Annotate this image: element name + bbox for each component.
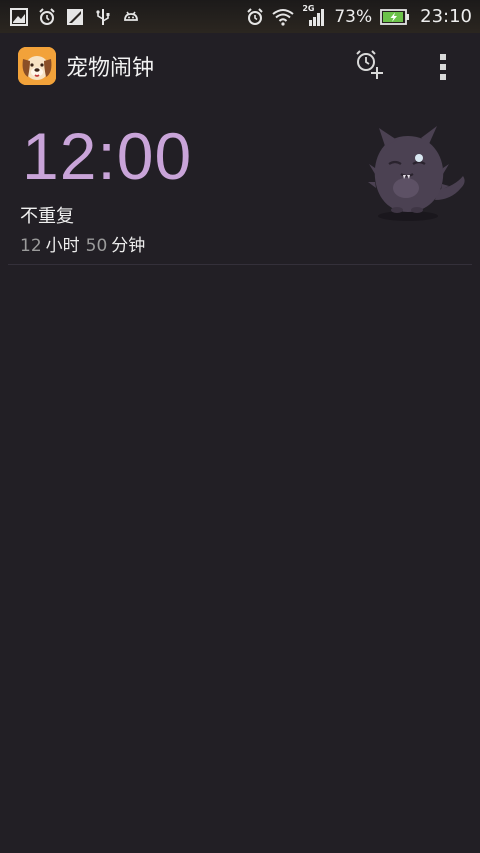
- app-title: 宠物闹钟: [66, 56, 155, 81]
- overflow-menu-icon: [440, 54, 446, 60]
- wifi-icon: [272, 8, 294, 26]
- screen: 2G 73% 23:10 宠物闹钟 12:00 不重复 12 小时 50 分钟: [0, 0, 480, 853]
- remaining-hours-unit: 小时: [45, 236, 80, 256]
- signal-notification-icon: [66, 8, 84, 26]
- battery-percent: 73%: [334, 6, 373, 27]
- overflow-menu-button[interactable]: [428, 47, 458, 87]
- battery-charging-icon: [380, 8, 410, 26]
- remaining-minutes: 50: [85, 236, 108, 256]
- status-bar: 2G 73% 23:10: [0, 0, 480, 33]
- alarm-notification-icon: [38, 7, 56, 26]
- status-bar-right: 2G 73% 23:10: [238, 4, 472, 27]
- pet-dog-logo-icon: [18, 47, 56, 85]
- alarm-time: 12:00: [22, 119, 193, 193]
- usb-icon: [94, 8, 112, 26]
- alarm-time-remaining: 12 小时 50 分钟: [20, 231, 151, 256]
- status-bar-left: [10, 7, 150, 26]
- image-notification-icon: [10, 7, 28, 26]
- add-alarm-icon: [351, 48, 385, 86]
- alarm-clock-icon: [246, 7, 264, 26]
- overflow-menu-dot: [440, 64, 446, 70]
- remaining-hours: 12: [20, 236, 42, 256]
- remaining-minutes-unit: 分钟: [111, 236, 146, 256]
- android-debug-icon: [122, 8, 140, 26]
- app-bar: 宠物闹钟: [0, 33, 480, 99]
- purple-furry-cat-icon[interactable]: [363, 124, 473, 224]
- cellular-signal-icon: 2G: [302, 4, 326, 27]
- status-time: 23:10: [420, 6, 472, 27]
- alarm-repeat-label: 不重复: [20, 206, 74, 227]
- alarm-list-item[interactable]: 12:00 不重复 12 小时 50 分钟: [8, 104, 472, 265]
- overflow-menu-dot: [440, 74, 446, 80]
- add-alarm-button[interactable]: [348, 47, 388, 87]
